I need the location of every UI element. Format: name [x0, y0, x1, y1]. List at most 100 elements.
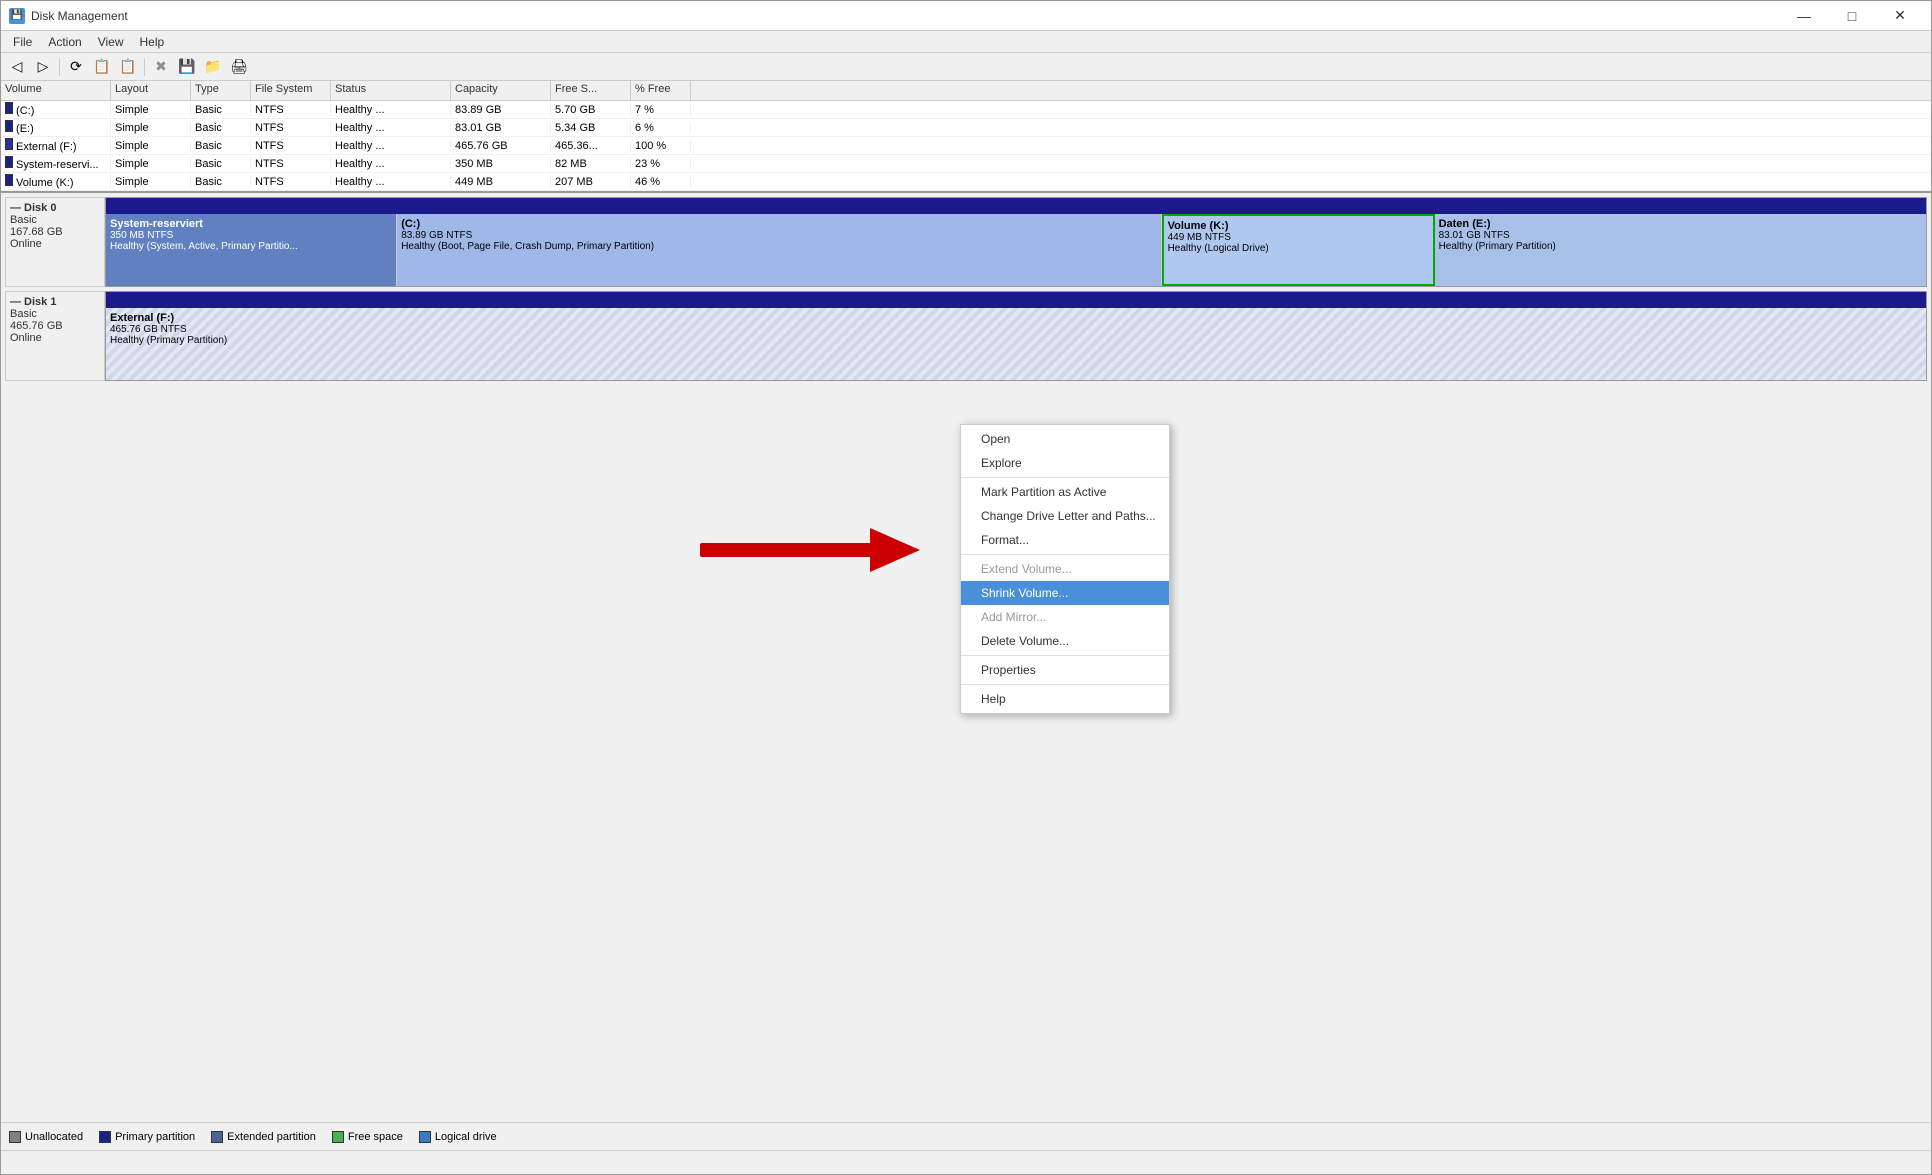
disk0-partition-system[interactable]: System-reserviert 350 MB NTFS Healthy (S…: [106, 214, 397, 286]
disk1-size: 465.76 GB: [10, 320, 100, 332]
legend-extended: Extended partition: [211, 1131, 316, 1143]
menu-action[interactable]: Action: [40, 33, 89, 51]
ctx-item-mark-active[interactable]: Mark Partition as Active: [961, 480, 1169, 504]
legend-unallocated-box: [9, 1131, 21, 1143]
col-header-fs[interactable]: File System: [251, 81, 331, 100]
disk1-title: — Disk 1: [10, 296, 100, 308]
ctx-item-change-drive[interactable]: Change Drive Letter and Paths...: [961, 504, 1169, 528]
cell-capacity: 83.89 GB: [451, 104, 551, 116]
disk1-parts-row: External (F:) 465.76 GB NTFS Healthy (Pr…: [106, 308, 1926, 380]
context-menu-separator: [961, 655, 1169, 656]
toolbar-btn2[interactable]: 📋: [116, 56, 140, 78]
volume-table: Volume Layout Type File System Status Ca…: [1, 81, 1931, 193]
cell-free: 5.34 GB: [551, 122, 631, 134]
table-row[interactable]: External (F:) Simple Basic NTFS Healthy …: [1, 137, 1931, 155]
cell-status: Healthy ...: [331, 104, 451, 116]
cell-pct: 6 %: [631, 122, 691, 134]
disk0-partition-k[interactable]: Volume (K:) 449 MB NTFS Healthy (Logical…: [1162, 214, 1435, 286]
cell-layout: Simple: [111, 176, 191, 188]
toolbar-btn5[interactable]: 📁: [201, 56, 225, 78]
table-row[interactable]: System-reservi... Simple Basic NTFS Heal…: [1, 155, 1931, 173]
partition-c-size: 83.89 GB NTFS: [401, 230, 1156, 241]
cell-status: Healthy ...: [331, 158, 451, 170]
cell-type: Basic: [191, 140, 251, 152]
context-menu: OpenExplore Mark Partition as ActiveChang…: [960, 424, 1170, 714]
disk1-row: — Disk 1 Basic 465.76 GB Online External…: [5, 291, 1927, 381]
partition-system-size: 350 MB NTFS: [110, 230, 392, 241]
col-header-capacity[interactable]: Capacity: [451, 81, 551, 100]
cell-free: 207 MB: [551, 176, 631, 188]
ctx-item-delete-volume[interactable]: Delete Volume...: [961, 629, 1169, 653]
ctx-item-shrink-volume[interactable]: Shrink Volume...: [961, 581, 1169, 605]
context-menu-separator: [961, 477, 1169, 478]
cell-pct: 23 %: [631, 158, 691, 170]
menu-help[interactable]: Help: [132, 33, 173, 51]
toolbar-btn6[interactable]: 🖨: [227, 56, 251, 78]
vol-icon: [5, 156, 13, 168]
menu-file[interactable]: File: [5, 33, 40, 51]
status-bar: [1, 1150, 1931, 1174]
ctx-item-explore[interactable]: Explore: [961, 451, 1169, 475]
toolbar-btn4[interactable]: 💾: [175, 56, 199, 78]
disk0-type: Basic: [10, 214, 100, 226]
cell-fs: NTFS: [251, 122, 331, 134]
partition-e-name: Daten (E:): [1439, 218, 1922, 230]
legend-extended-box: [211, 1131, 223, 1143]
table-headers: Volume Layout Type File System Status Ca…: [1, 81, 1931, 101]
cell-free: 5.70 GB: [551, 104, 631, 116]
col-header-free[interactable]: Free S...: [551, 81, 631, 100]
legend-logical: Logical drive: [419, 1131, 497, 1143]
cell-capacity: 83.01 GB: [451, 122, 551, 134]
cell-capacity: 449 MB: [451, 176, 551, 188]
partition-k-size: 449 MB NTFS: [1168, 232, 1429, 243]
toolbar-forward[interactable]: ▷: [31, 56, 55, 78]
vol-icon: [5, 120, 13, 132]
cell-volume: System-reservi...: [1, 156, 111, 171]
ctx-item-properties[interactable]: Properties: [961, 658, 1169, 682]
cell-free: 465.36...: [551, 140, 631, 152]
ctx-item-open[interactable]: Open: [961, 427, 1169, 451]
close-button[interactable]: ✕: [1877, 1, 1923, 31]
ctx-item-add-mirror: Add Mirror...: [961, 605, 1169, 629]
cell-layout: Simple: [111, 158, 191, 170]
col-header-volume[interactable]: Volume: [1, 81, 111, 100]
disk0-partition-c[interactable]: (C:) 83.89 GB NTFS Healthy (Boot, Page F…: [397, 214, 1161, 286]
cell-pct: 46 %: [631, 176, 691, 188]
disk0-size: 167.68 GB: [10, 226, 100, 238]
col-header-layout[interactable]: Layout: [111, 81, 191, 100]
title-bar: 💾 Disk Management — □ ✕: [1, 1, 1931, 31]
table-row[interactable]: (E:) Simple Basic NTFS Healthy ... 83.01…: [1, 119, 1931, 137]
cell-volume: External (F:): [1, 138, 111, 153]
cell-type: Basic: [191, 158, 251, 170]
disk1-type: Basic: [10, 308, 100, 320]
maximize-button[interactable]: □: [1829, 1, 1875, 31]
disk1-status: Online: [10, 332, 100, 344]
minimize-button[interactable]: —: [1781, 1, 1827, 31]
partition-e-size: 83.01 GB NTFS: [1439, 230, 1922, 241]
toolbar-refresh[interactable]: ⟳: [64, 56, 88, 78]
disk1-header-bar: [106, 292, 1926, 308]
legend-unallocated: Unallocated: [9, 1131, 83, 1143]
legend-primary-box: [99, 1131, 111, 1143]
table-row[interactable]: Volume (K:) Simple Basic NTFS Healthy ..…: [1, 173, 1931, 191]
partition-system-health: Healthy (System, Active, Primary Partiti…: [110, 241, 392, 252]
cell-volume: Volume (K:): [1, 174, 111, 189]
partition-external-size: 465.76 GB NTFS: [110, 324, 1922, 335]
cell-capacity: 350 MB: [451, 158, 551, 170]
col-header-status[interactable]: Status: [331, 81, 451, 100]
toolbar-btn1[interactable]: 📋: [90, 56, 114, 78]
ctx-item-format[interactable]: Format...: [961, 528, 1169, 552]
col-header-pct[interactable]: % Free: [631, 81, 691, 100]
ctx-item-help[interactable]: Help: [961, 687, 1169, 711]
partition-c-health: Healthy (Boot, Page File, Crash Dump, Pr…: [401, 241, 1156, 252]
toolbar-back[interactable]: ◁: [5, 56, 29, 78]
ctx-item-extend-volume: Extend Volume...: [961, 557, 1169, 581]
toolbar: ◁ ▷ ⟳ 📋 📋 ✖ 💾 📁 🖨: [1, 53, 1931, 81]
cell-fs: NTFS: [251, 140, 331, 152]
table-row[interactable]: (C:) Simple Basic NTFS Healthy ... 83.89…: [1, 101, 1931, 119]
disk0-partition-e[interactable]: Daten (E:) 83.01 GB NTFS Healthy (Primar…: [1435, 214, 1926, 286]
col-header-type[interactable]: Type: [191, 81, 251, 100]
menu-view[interactable]: View: [90, 33, 132, 51]
cell-layout: Simple: [111, 122, 191, 134]
disk1-partition-external[interactable]: External (F:) 465.76 GB NTFS Healthy (Pr…: [106, 308, 1926, 380]
